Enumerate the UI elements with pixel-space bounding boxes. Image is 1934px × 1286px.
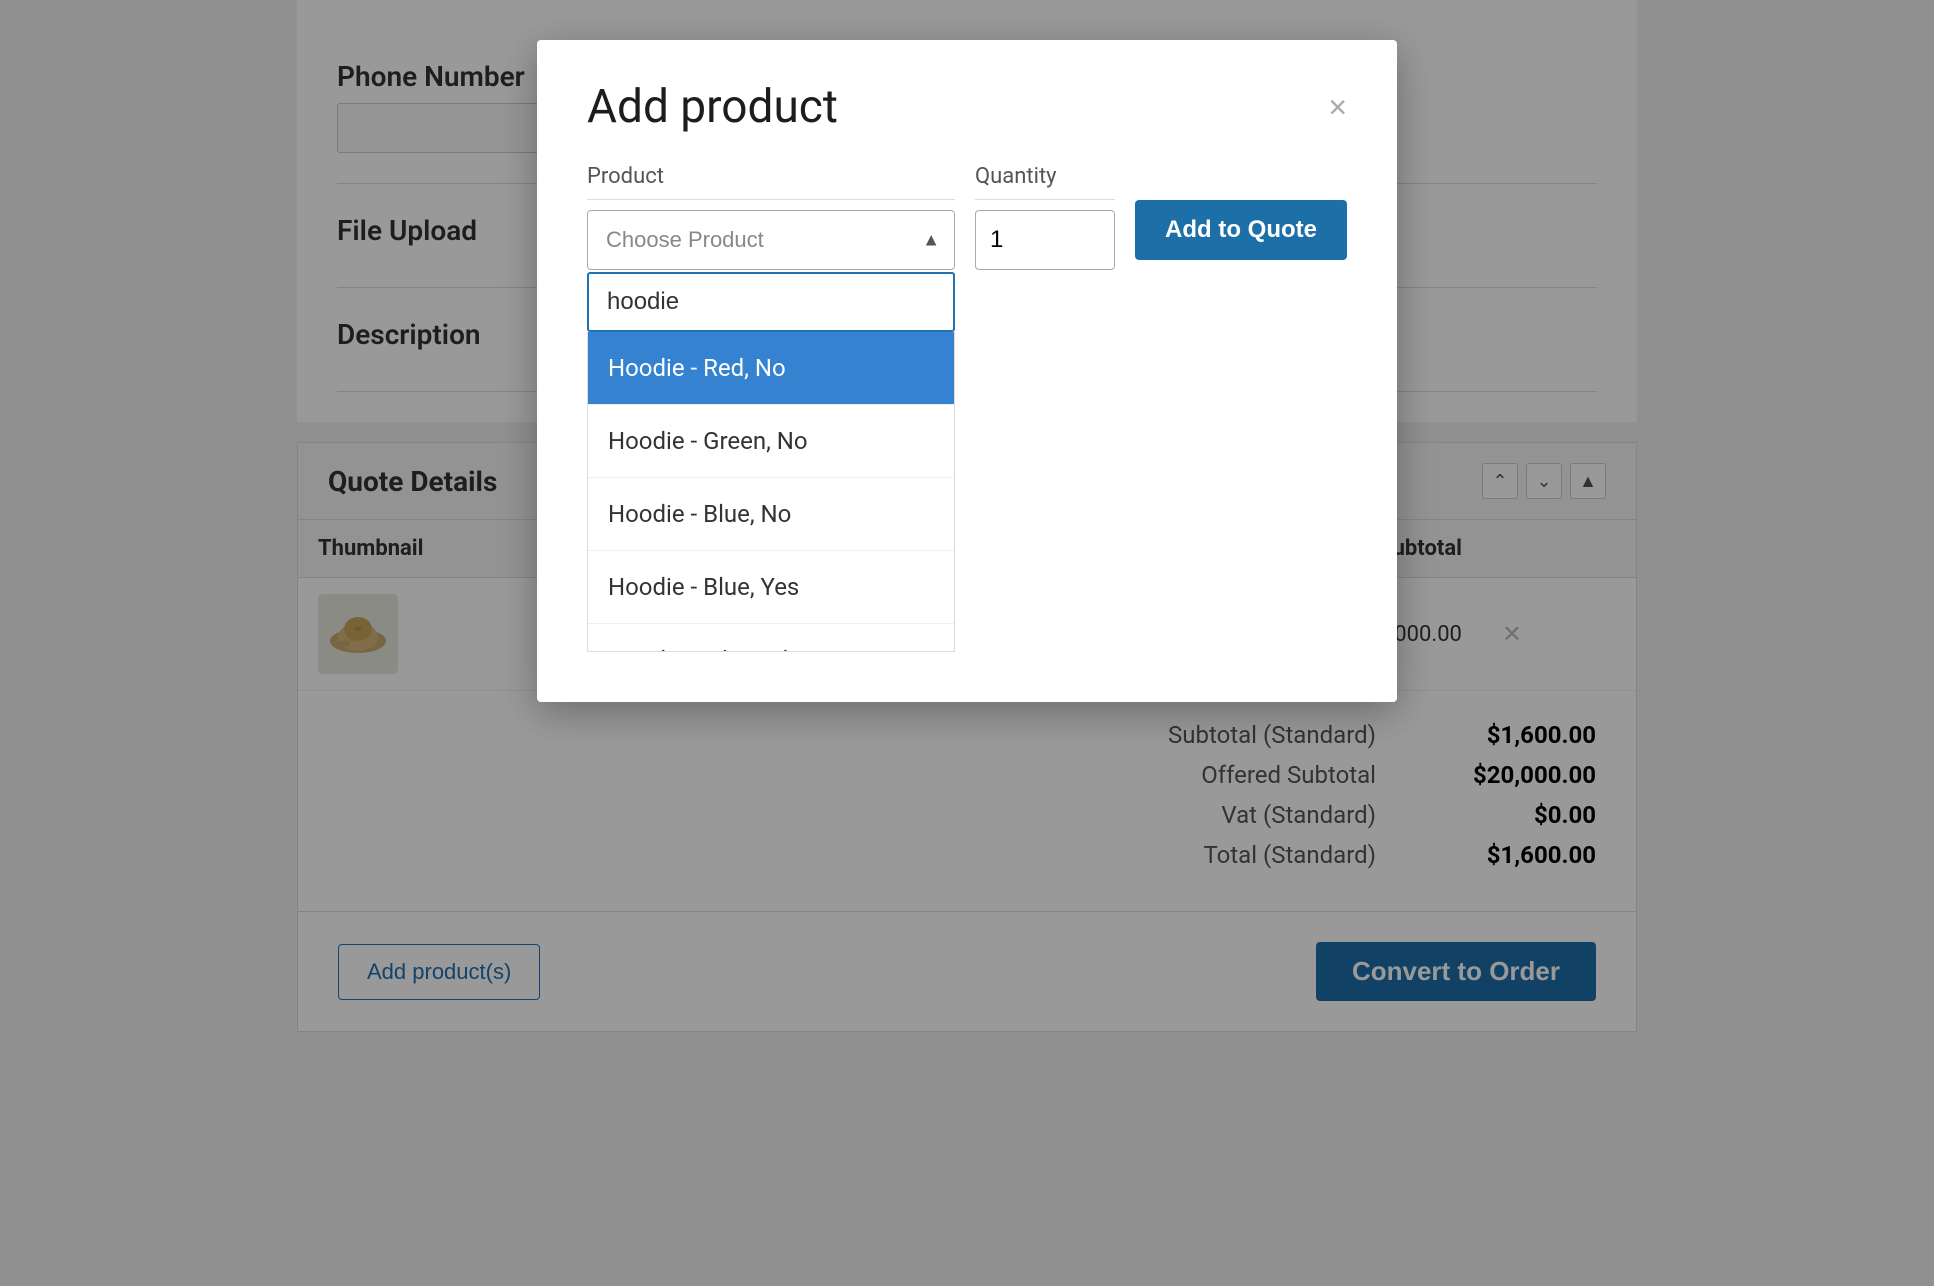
add-product-modal: Add product × Product Choose Product ▲ H… [537,40,1397,702]
quantity-input[interactable] [975,210,1115,270]
product-search-input[interactable] [587,272,955,332]
modal-overlay: Add product × Product Choose Product ▲ H… [0,0,1934,1286]
dropdown-item-1[interactable]: Hoodie - Green, No [588,405,954,478]
select-arrow-icon: ▲ [922,230,940,251]
product-dropdown-container: Choose Product ▲ Hoodie - Red, No Hoodie… [587,210,955,652]
product-section: Product Choose Product ▲ Hoodie - Red, N… [587,164,955,652]
modal-title: Add product [587,80,838,134]
modal-close-button[interactable]: × [1328,91,1347,123]
product-dropdown-list: Hoodie - Red, No Hoodie - Green, No Hood… [587,332,955,652]
product-section-label: Product [587,164,955,200]
quantity-section: Quantity [975,164,1115,270]
dropdown-item-3[interactable]: Hoodie - Blue, Yes [588,551,954,624]
quantity-section-label: Quantity [975,164,1115,200]
dropdown-item-4[interactable]: Hoodie with Pocket [588,624,954,652]
dropdown-item-2[interactable]: Hoodie - Blue, No [588,478,954,551]
product-select-placeholder: Choose Product [606,227,764,253]
add-to-quote-button[interactable]: Add to Quote [1135,200,1347,260]
product-select-button[interactable]: Choose Product ▲ [587,210,955,270]
modal-cta-section: Add to Quote [1135,164,1347,262]
modal-body: Product Choose Product ▲ Hoodie - Red, N… [587,164,1347,652]
dropdown-item-0[interactable]: Hoodie - Red, No [588,332,954,405]
modal-header: Add product × [587,80,1347,134]
